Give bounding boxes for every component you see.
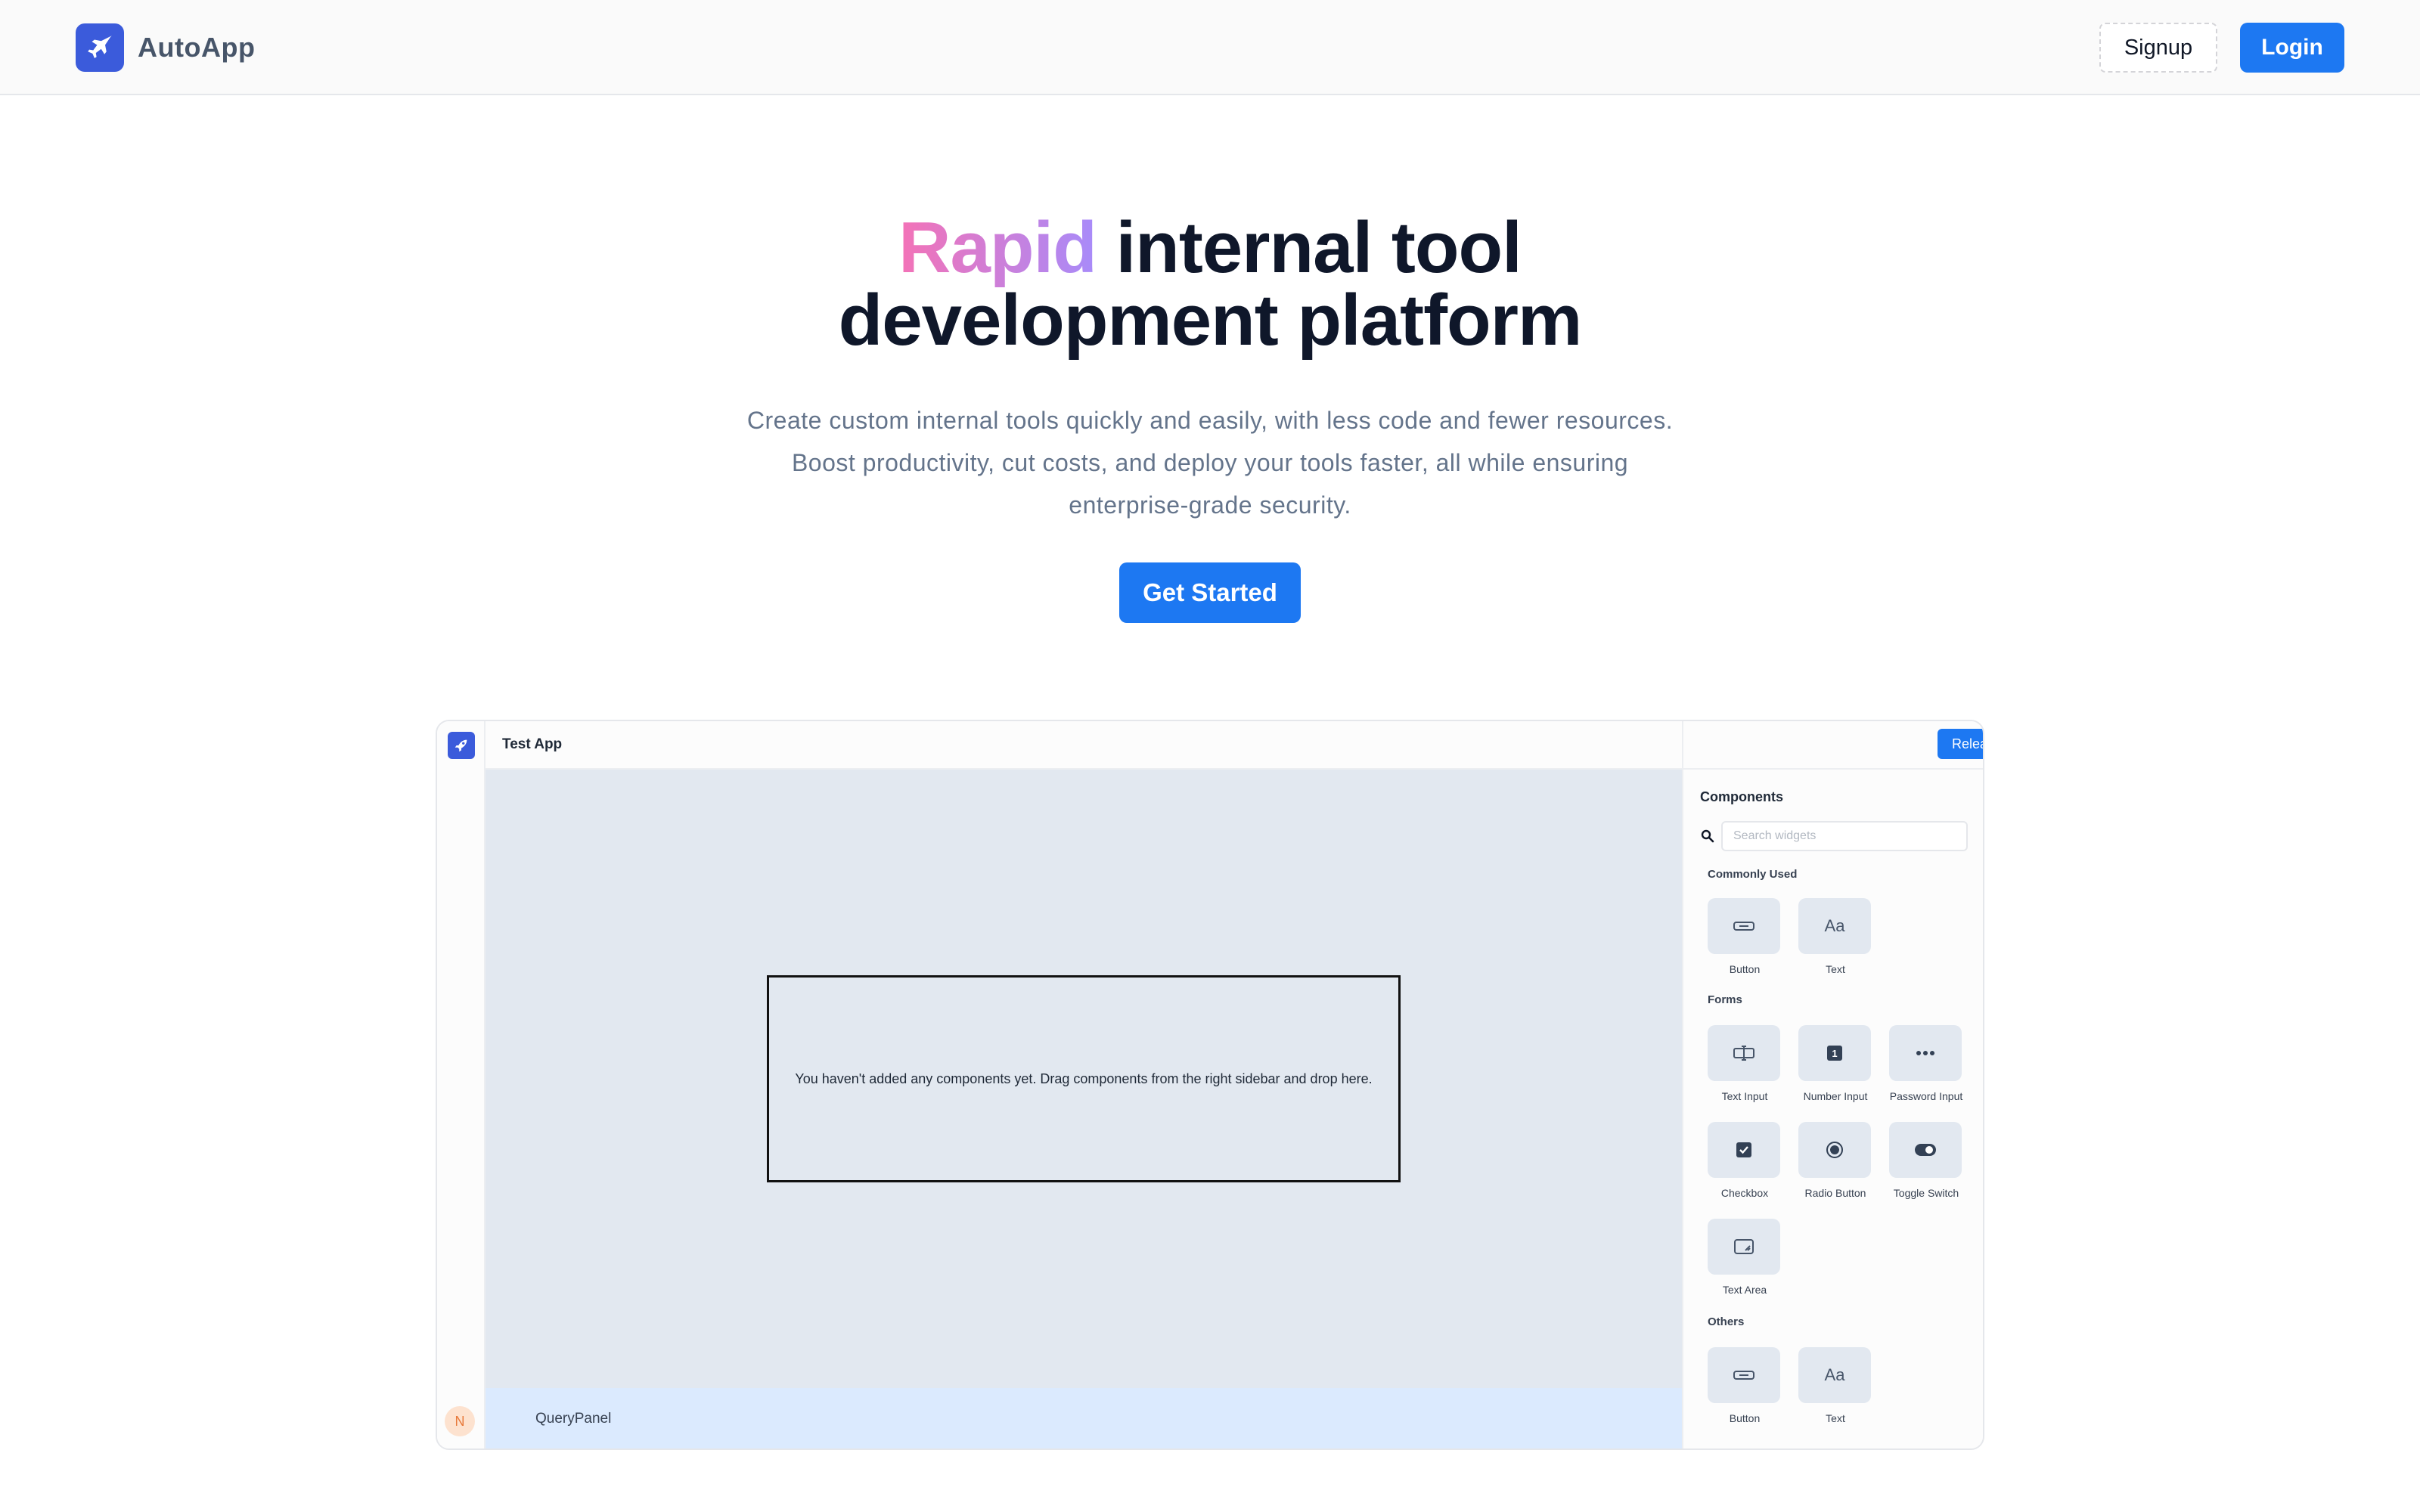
widget-text[interactable]: Aa Text [1798,898,1872,975]
get-started-button[interactable]: Get Started [1119,562,1301,623]
widget-text[interactable]: Aa Text [1798,1347,1872,1424]
hero-title-accent: Rapid [898,207,1097,288]
widget-password-input[interactable]: Password Input [1889,1025,1963,1102]
widget-checkbox[interactable]: Checkbox [1708,1122,1782,1199]
empty-canvas-message: You haven't added any components yet. Dr… [795,1070,1373,1086]
jet-plane-icon [76,23,124,72]
hero-subtitle-line1: Create custom internal tools quickly and… [746,407,1674,434]
widget-label: Text Area [1722,1284,1767,1296]
hero-subtitle: Create custom internal tools quickly and… [681,399,1739,526]
brand[interactable]: AutoApp [76,23,255,72]
widget-label: Radio Button [1804,1187,1866,1199]
query-panel-label: QueryPanel [535,1411,612,1427]
widget-radio-button[interactable]: Radio Button [1798,1122,1872,1199]
widget-label: Toggle Switch [1893,1187,1959,1199]
text-icon: Aa [1798,898,1871,954]
release-button[interactable]: Release [1938,729,1983,759]
group-commonly-used: Commonly Used [1708,868,1798,881]
empty-dropzone[interactable]: You haven't added any components yet. Dr… [767,975,1401,1182]
toggle-switch-icon [1889,1122,1962,1178]
checkbox-icon [1708,1122,1780,1178]
password-input-icon [1889,1025,1962,1081]
widget-label: Checkbox [1720,1187,1769,1199]
app-topbar: Test App Release [486,721,1983,770]
group-others: Others [1708,1315,1745,1328]
widget-number-input[interactable]: 1 Number Input [1798,1025,1872,1102]
search-widgets-input[interactable] [1721,821,1968,851]
left-sidebar: N [437,721,486,1448]
widget-label: Number Input [1803,1090,1868,1102]
widget-toggle-switch[interactable]: Toggle Switch [1889,1122,1963,1199]
top-navbar: AutoApp Signup Login [0,0,2420,95]
widget-button[interactable]: Button [1708,1347,1782,1424]
button-icon [1708,1347,1780,1403]
brand-name: AutoApp [138,32,256,63]
text-icon: Aa [1798,1347,1871,1403]
builder-canvas[interactable]: You haven't added any components yet. Dr… [486,770,1682,1388]
button-icon [1708,898,1780,954]
widget-text-area[interactable]: Text Area [1708,1219,1782,1296]
widget-label: Text [1826,1412,1845,1424]
components-title: Components [1700,789,1783,804]
app-builder-preview: N Test App Release You haven't added any… [436,720,1984,1450]
components-sidebar: Components Commonly Used Button Aa Text … [1683,770,1983,1448]
text-area-icon [1708,1219,1780,1275]
widget-label: Text [1826,963,1845,975]
hero-subtitle-line2: Boost productivity, cut costs, and deplo… [791,449,1629,476]
hero-title-line2: development platform [838,280,1583,361]
text-input-icon [1708,1025,1780,1081]
widget-button[interactable]: Button [1708,898,1782,975]
hero-title-rest: internal tool [1096,207,1522,288]
query-panel[interactable]: QueryPanel [486,1388,1682,1448]
search-icon [1701,829,1714,843]
widget-label: Button [1729,963,1761,975]
number-input-icon: 1 [1798,1025,1871,1081]
app-title: Test App [502,736,563,752]
avatar[interactable]: N [445,1406,475,1436]
login-button[interactable]: Login [2240,23,2344,73]
signup-button[interactable]: Signup [2099,23,2217,73]
svg-text:1: 1 [1832,1048,1837,1059]
group-forms: Forms [1708,993,1742,1006]
hero-subtitle-line3: enterprise-grade security. [1069,491,1351,519]
widget-label: Text Input [1721,1090,1768,1102]
widget-text-input[interactable]: Text Input [1708,1025,1782,1102]
widget-label: Password Input [1889,1090,1963,1102]
hero-title: Rapid internal tool development platform [0,212,2420,357]
widget-label: Button [1729,1412,1761,1424]
rocket-icon[interactable] [448,732,475,759]
radio-button-icon [1798,1122,1871,1178]
